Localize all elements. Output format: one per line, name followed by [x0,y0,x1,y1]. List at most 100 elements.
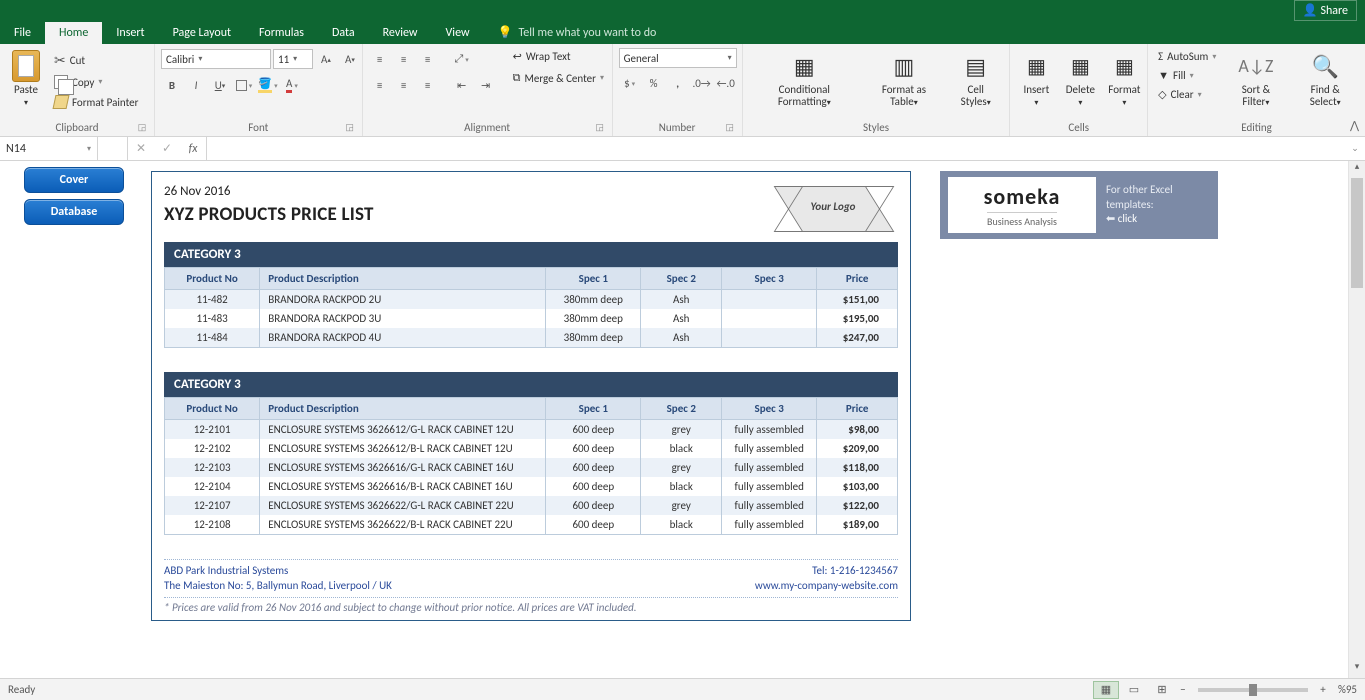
dialog-launcher-icon[interactable]: ◲ [344,122,356,134]
bucket-icon: 🪣 [258,77,272,93]
percent-button[interactable]: % [643,72,665,94]
cell: 380mm deep [546,328,641,348]
name-box[interactable]: N14▾ [0,137,98,160]
price-list-document: 26 Nov 2016 XYZ PRODUCTS PRICE LIST Your… [151,171,911,621]
share-button[interactable]: 👤 Share [1294,0,1357,21]
align-bottom-button[interactable]: ≡ [417,48,439,70]
dialog-launcher-icon[interactable]: ◲ [724,122,736,134]
cell: fully assembled [722,477,817,496]
tab-home[interactable]: Home [45,22,102,44]
align-left-button[interactable]: ≡ [369,74,391,96]
database-button[interactable]: Database [24,199,124,225]
font-name-combo[interactable]: Calibri▾ [161,49,271,69]
worksheet-area[interactable]: Cover Database 26 Nov 2016 XYZ PRODUCTS … [0,161,1348,678]
formula-input[interactable] [207,137,1345,160]
font-color-button[interactable]: A [281,74,303,96]
fill-color-button[interactable]: 🪣 [257,74,279,96]
vertical-scrollbar[interactable]: ▴ ▾ [1348,161,1365,678]
cut-button[interactable]: ✂Cut [50,50,142,71]
find-select-button[interactable]: 🔍Find & Select▾ [1291,48,1359,110]
zoom-in-button[interactable]: + [1316,683,1330,696]
delete-cells-button[interactable]: ▦Delete▾ [1060,48,1100,110]
increase-indent-button[interactable]: ⇥ [475,74,497,96]
tab-data[interactable]: Data [318,22,369,44]
wrap-text-button[interactable]: ↩Wrap Text [509,48,608,65]
zoom-level[interactable]: %95 [1338,683,1357,696]
doc-date: 26 Nov 2016 [164,184,374,199]
increase-font-button[interactable]: A▴ [315,48,337,70]
conditional-formatting-button[interactable]: ▦Conditional Formatting▾ [749,48,860,110]
increase-decimal-button[interactable]: .0→ [691,72,713,94]
bold-button[interactable]: B [161,74,183,96]
sort-filter-button[interactable]: A↓ZSort & Filter▾ [1224,48,1287,110]
view-page-break-button[interactable]: ⊞ [1149,681,1175,699]
align-center-button[interactable]: ≡ [393,74,415,96]
cell: $118,00 [817,458,898,477]
tab-page-layout[interactable]: Page Layout [159,22,245,44]
doc-title: XYZ PRODUCTS PRICE LIST [164,203,374,226]
cancel-formula-button[interactable]: ✕ [128,141,154,156]
format-icon: ▦ [1108,50,1140,82]
insert-cells-button[interactable]: ▦Insert▾ [1016,48,1056,110]
insert-function-button[interactable]: fx [180,142,206,156]
category-heading: CATEGORY 3 [164,242,898,267]
group-number: General▾ $ % , .0→ ←.0 Number◲ [613,44,743,136]
someka-promo[interactable]: someka Business Analysis For other Excel… [940,171,1218,239]
cell: $103,00 [817,477,898,496]
tab-review[interactable]: Review [369,22,432,44]
dialog-launcher-icon[interactable]: ◲ [594,122,606,134]
zoom-slider[interactable] [1198,688,1308,692]
italic-button[interactable]: I [185,74,207,96]
view-page-layout-button[interactable]: ▭ [1121,681,1147,699]
decrease-decimal-button[interactable]: ←.0 [715,72,737,94]
tab-file[interactable]: File [0,22,45,44]
enter-formula-button[interactable]: ✓ [154,141,180,156]
cell: fully assembled [722,420,817,440]
tab-formulas[interactable]: Formulas [245,22,318,44]
format-cells-button[interactable]: ▦Format▾ [1104,48,1144,110]
clear-button[interactable]: ◇Clear ▾ [1154,86,1220,103]
col-header: Spec 2 [641,268,722,290]
align-middle-button[interactable]: ≡ [393,48,415,70]
copy-button[interactable]: Copy ▾ [50,73,142,91]
tell-me-search[interactable]: 💡Tell me what you want to do [484,21,671,44]
group-clipboard: Paste▾ ✂Cut Copy ▾ Format Painter Clipbo… [0,44,155,136]
orientation-button[interactable]: ⤢ [451,48,473,70]
merge-center-button[interactable]: ⧉Merge & Center ▾ [509,69,608,87]
paste-button[interactable]: Paste▾ [6,48,46,110]
format-painter-button[interactable]: Format Painter [50,93,142,111]
cover-button[interactable]: Cover [24,167,124,193]
cell: 12-2102 [165,439,260,458]
cell: $98,00 [817,420,898,440]
format-as-table-button[interactable]: ▥Format as Table▾ [864,48,944,110]
align-top-button[interactable]: ≡ [369,48,391,70]
zoom-out-button[interactable]: − [1176,683,1190,696]
comma-button[interactable]: , [667,72,689,94]
fill-button[interactable]: ▼Fill ▾ [1154,67,1220,84]
scroll-up-button[interactable]: ▴ [1349,161,1365,178]
collapse-ribbon-button[interactable]: ⋀ [1350,119,1359,132]
accounting-format-button[interactable]: $ [619,72,641,94]
tab-insert[interactable]: Insert [102,22,158,44]
scroll-down-button[interactable]: ▾ [1349,661,1365,678]
status-ready: Ready [8,683,35,696]
scroll-thumb[interactable] [1351,178,1363,288]
decrease-font-button[interactable]: A▾ [339,48,361,70]
autosum-button[interactable]: ΣAutoSum ▾ [1154,48,1220,65]
cell: $189,00 [817,515,898,535]
cell: ENCLOSURE SYSTEMS 3626616/G-L RACK CABIN… [260,458,546,477]
decrease-indent-button[interactable]: ⇤ [451,74,473,96]
view-normal-button[interactable]: ▦ [1093,681,1119,699]
cell-styles-button[interactable]: ▤Cell Styles▾ [948,48,1003,110]
name-box-expand[interactable] [98,137,128,160]
align-right-button[interactable]: ≡ [417,74,439,96]
col-header: Spec 2 [641,398,722,420]
expand-formula-bar-button[interactable]: ⌄ [1345,137,1365,160]
underline-button[interactable]: U▾ [209,74,231,96]
dialog-launcher-icon[interactable]: ◲ [136,122,148,134]
promo-click-link[interactable]: click [1118,212,1137,225]
borders-button[interactable] [233,74,255,96]
tab-view[interactable]: View [432,22,484,44]
number-format-combo[interactable]: General▾ [619,48,737,68]
font-size-combo[interactable]: 11▾ [273,49,313,69]
